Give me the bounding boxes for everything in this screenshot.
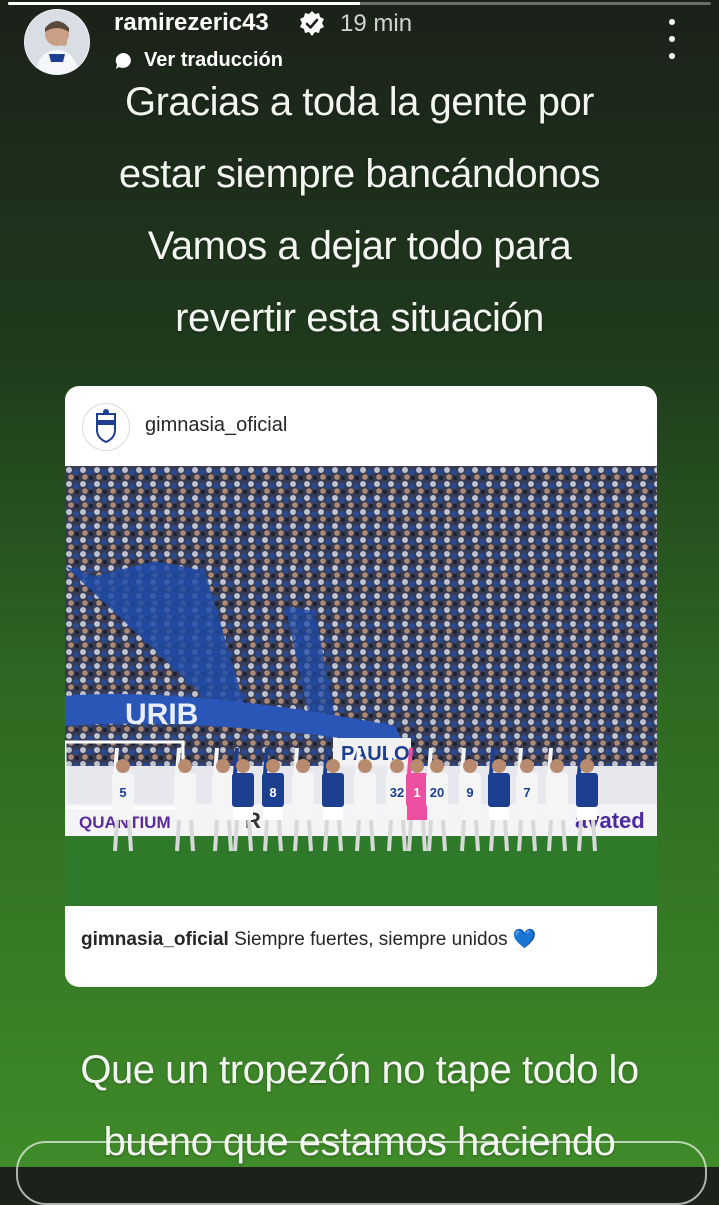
caption-line: Vamos a dejar todo para xyxy=(147,224,572,268)
story-timestamp: 19 min xyxy=(340,10,413,37)
story-progress-bar xyxy=(8,2,711,5)
caption-line: revertir esta situación xyxy=(175,296,544,340)
jersey-number: 32 xyxy=(390,785,404,800)
caption-line: Que un tropezón no tape todo lo xyxy=(80,1048,639,1092)
story-caption-top: Gracias a toda la gente por estar siempr… xyxy=(0,66,719,354)
story-progress-fill xyxy=(8,2,360,5)
shared-post-caption: gimnasia_oficial Siempre fuertes, siempr… xyxy=(81,927,537,951)
jersey-number: 7 xyxy=(523,785,530,800)
more-options-icon[interactable] xyxy=(662,19,682,59)
jersey-number: 20 xyxy=(430,785,444,800)
club-crest-avatar[interactable] xyxy=(82,403,130,451)
shared-post-photo: URIB PAULO QUANTIUM R avated 5 8 32 1 20 9 7 xyxy=(65,466,657,906)
shared-post-header: gimnasia_oficial xyxy=(65,386,657,464)
reply-input[interactable] xyxy=(16,1141,707,1205)
blue-heart-icon: 💙 xyxy=(512,929,537,950)
jersey-number: 8 xyxy=(269,785,276,800)
caption-username[interactable]: gimnasia_oficial xyxy=(81,929,229,950)
banner-text: URIB xyxy=(125,698,198,731)
caption-line: estar siempre bancándonos xyxy=(118,152,601,196)
verified-badge-icon xyxy=(298,10,326,38)
jersey-number: 5 xyxy=(119,785,126,800)
shared-post-card[interactable]: gimnasia_oficial URIB PAULO QUANTIUM R a… xyxy=(65,386,657,987)
jersey-number: 1 xyxy=(413,785,420,800)
caption-line: Gracias a toda la gente por xyxy=(124,80,595,124)
shared-post-username[interactable]: gimnasia_oficial xyxy=(145,414,287,437)
caption-text: Siempre fuertes, siempre unidos xyxy=(234,929,508,950)
jersey-number: 9 xyxy=(466,785,473,800)
story-username[interactable]: ramirezeric43 xyxy=(114,9,269,37)
